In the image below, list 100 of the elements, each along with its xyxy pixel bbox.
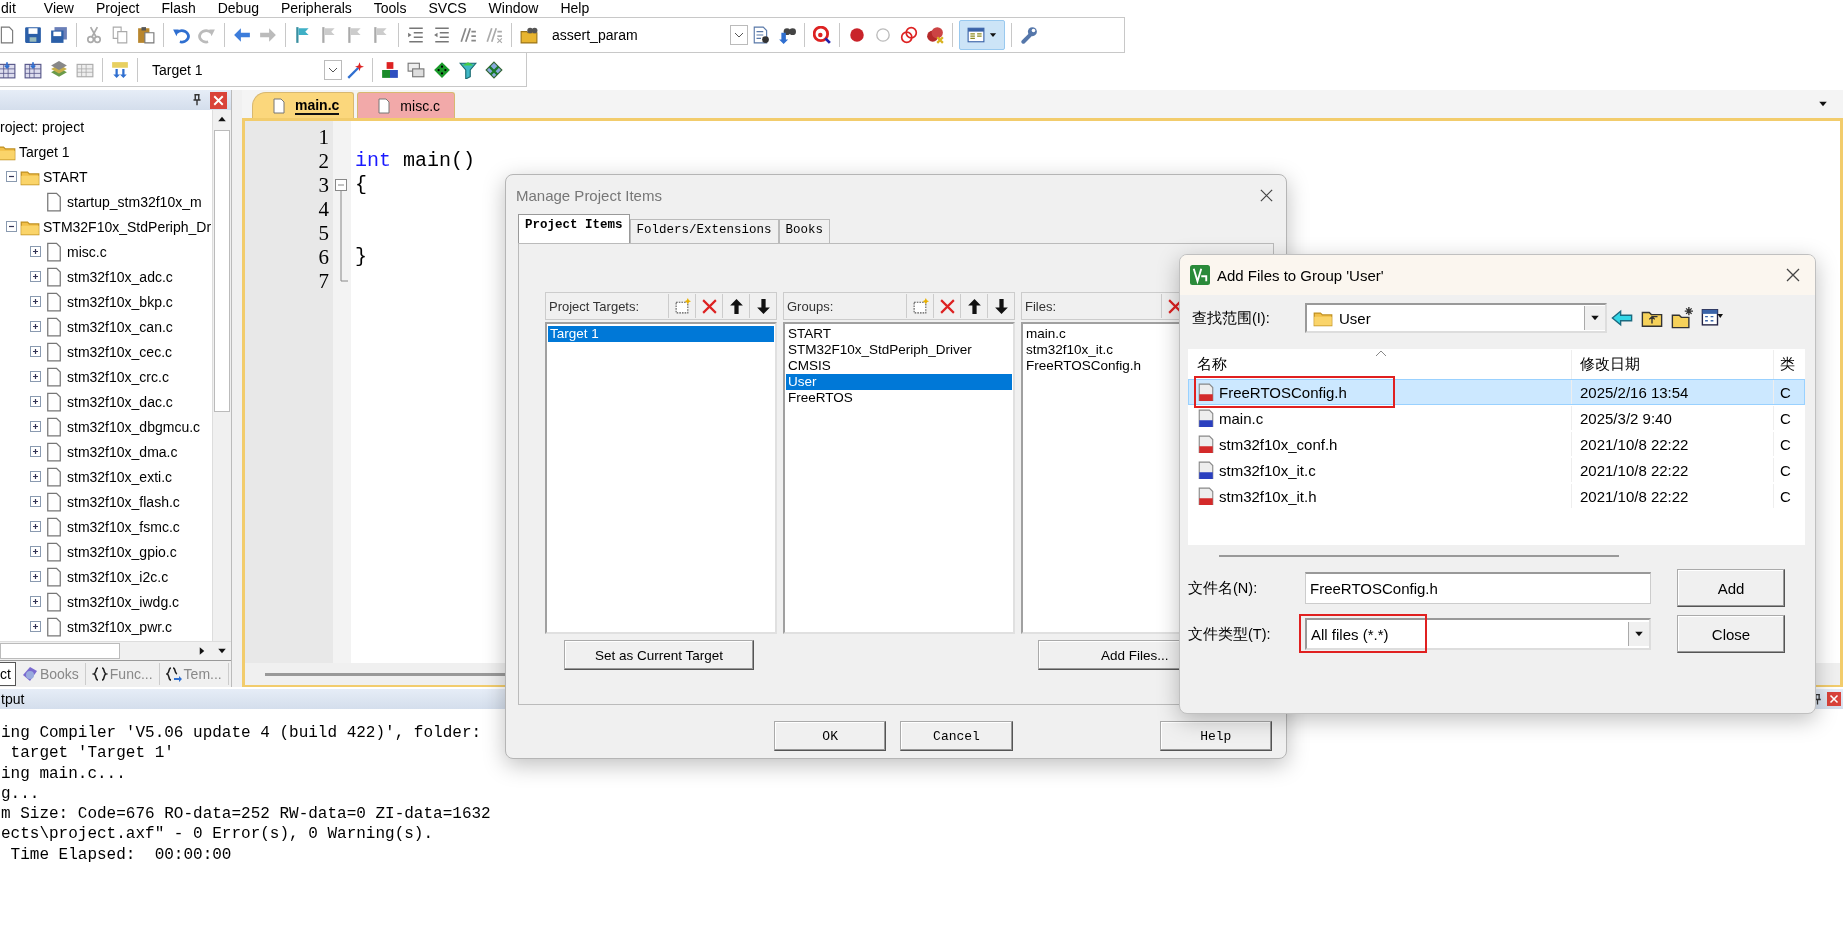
- menu-item[interactable]: Help: [560, 0, 590, 15]
- tree-item[interactable]: stm32f10x_can.c: [67, 318, 173, 335]
- menu-item[interactable]: Project: [95, 0, 140, 15]
- file-date: 2021/10/8 22:22: [1571, 432, 1773, 456]
- list-item[interactable]: CMSIS: [786, 358, 1012, 374]
- dropdown-field[interactable]: Target 1: [148, 56, 342, 83]
- line-number: 1: [317, 125, 329, 149]
- file-name[interactable]: stm32f10x_it.c: [1219, 461, 1316, 479]
- line-number: 5: [317, 221, 329, 245]
- file-row[interactable]: FreeRTOSConfig.h 2025/2/16 13:54 C: [1188, 379, 1805, 405]
- file-type: C: [1773, 380, 1804, 404]
- file-date: 2021/10/8 22:22: [1571, 484, 1773, 508]
- dropdown-value: All files (*.*): [1311, 625, 1390, 643]
- list-item[interactable]: START: [786, 326, 1012, 342]
- tree-item[interactable]: stm32f10x_bkp.c: [67, 293, 173, 310]
- dialog-tab[interactable]: Folders/Extensions: [629, 219, 779, 243]
- dialog-button[interactable]: Cancel: [900, 721, 1013, 751]
- file-row[interactable]: stm32f10x_it.c 2021/10/8 22:22 C: [1188, 457, 1805, 483]
- file-type: C: [1773, 484, 1804, 508]
- tree-item[interactable]: stm32f10x_crc.c: [67, 368, 169, 385]
- file-date: 2025/2/16 13:54: [1571, 380, 1773, 404]
- code-line: int main(): [355, 149, 476, 172]
- field-label: 文件名(N):: [1187, 578, 1259, 598]
- dropdown-value: User: [1339, 309, 1372, 327]
- dropdown-field[interactable]: All files (*.*): [1305, 618, 1651, 650]
- menu-item[interactable]: dit: [1, 0, 16, 15]
- menu-item[interactable]: View: [43, 0, 74, 15]
- file-name[interactable]: main.c: [1219, 409, 1264, 427]
- tree-item[interactable]: stm32f10x_gpio.c: [67, 543, 177, 560]
- list-item[interactable]: STM32F10x_StdPeriph_Driver: [786, 342, 1012, 358]
- line-number: 3: [317, 173, 329, 197]
- code-line: {: [355, 173, 367, 196]
- tree-item[interactable]: startup_stm32f10x_m: [67, 193, 202, 210]
- menu-item[interactable]: Tools: [373, 0, 407, 15]
- dialog-tab[interactable]: Project Items: [518, 214, 630, 243]
- file-type: C: [1773, 406, 1804, 430]
- tree-item[interactable]: stm32f10x_dbgmcu.c: [67, 418, 201, 435]
- dialog-button[interactable]: OK: [774, 721, 887, 751]
- list-label: Project Targets:: [548, 298, 641, 314]
- output-line: target 'Target 1': [9, 743, 174, 764]
- dialog-button[interactable]: Help: [1159, 721, 1272, 751]
- dialog-title: Add Files to Group 'User': [1217, 266, 1384, 284]
- menu-item[interactable]: SVCS: [428, 0, 467, 15]
- output-line: ects\project.axf" - 0 Error(s), 0 Warning(s).: [1, 824, 434, 845]
- file-row[interactable]: stm32f10x_conf.h 2021/10/8 22:22 C: [1188, 431, 1805, 457]
- line-number: 4: [317, 197, 329, 221]
- file-name[interactable]: FreeRTOSConfig.h: [1219, 383, 1347, 401]
- dropdown-field[interactable]: assert_param: [548, 22, 748, 48]
- close-button[interactable]: Close: [1677, 615, 1785, 653]
- tree-item[interactable]: stm32f10x_cec.c: [67, 343, 173, 360]
- tree-item[interactable]: stm32f10x_i2c.c: [67, 568, 169, 585]
- dropdown-field[interactable]: User: [1305, 303, 1607, 333]
- dialog-tab[interactable]: Books: [778, 219, 831, 243]
- file-name[interactable]: stm32f10x_conf.h: [1219, 435, 1338, 453]
- menu-item[interactable]: Window: [488, 0, 539, 15]
- list-item[interactable]: FreeRTOS: [786, 390, 1012, 406]
- file-type: C: [1773, 458, 1804, 482]
- output-line: Time Elapsed: 00:00:00: [9, 844, 232, 866]
- column-header[interactable]: 名称: [1189, 355, 1571, 374]
- dialog-title: Manage Project Items: [516, 186, 662, 204]
- list-label: Groups:: [786, 298, 835, 314]
- tree-item[interactable]: START: [43, 168, 88, 185]
- tree-item[interactable]: stm32f10x_dac.c: [67, 393, 173, 410]
- list-item[interactable]: User: [786, 374, 1012, 390]
- line-number: 6: [317, 245, 329, 269]
- add-button[interactable]: Add: [1677, 569, 1785, 607]
- tree-item[interactable]: stm32f10x_pwr.c: [67, 618, 173, 635]
- field-label: 查找范围(I):: [1191, 308, 1271, 328]
- tree-item[interactable]: stm32f10x_flash.c: [67, 493, 180, 510]
- tree-item[interactable]: STM32F10x_StdPeriph_Dr: [43, 218, 212, 235]
- tree-item[interactable]: stm32f10x_fsmc.c: [67, 518, 180, 535]
- file-name[interactable]: stm32f10x_it.h: [1219, 487, 1317, 505]
- tree-item[interactable]: stm32f10x_adc.c: [67, 268, 173, 285]
- menu-item[interactable]: Debug: [217, 0, 259, 15]
- tree-item[interactable]: Target 1: [19, 143, 70, 160]
- tree-item[interactable]: roject: project: [0, 118, 85, 135]
- tree-item[interactable]: misc.c: [67, 243, 107, 260]
- set-current-target-button[interactable]: Set as Current Target: [564, 640, 754, 670]
- menu-item[interactable]: Peripherals: [280, 0, 352, 15]
- panel-title: tput: [1, 691, 25, 707]
- file-tab[interactable]: main.c: [252, 92, 355, 118]
- output-line: ing Compiler 'V5.06 update 4 (build 422)', folder:: [1, 723, 482, 744]
- menu-item[interactable]: Flash: [161, 0, 196, 15]
- list-item[interactable]: Target 1: [548, 326, 774, 342]
- file-date: 2021/10/8 22:22: [1571, 458, 1773, 482]
- file-tab[interactable]: misc.c: [357, 92, 456, 118]
- tree-item[interactable]: stm32f10x_exti.c: [67, 468, 173, 485]
- tree-item[interactable]: stm32f10x_dma.c: [67, 443, 178, 460]
- output-line: m Size: Code=676 RO-data=252 RW-data=0 ZI-data=1632: [1, 804, 491, 825]
- line-number: 2: [317, 149, 329, 173]
- field-label: 文件类型(T):: [1187, 624, 1272, 644]
- output-line: ing main.c...: [1, 763, 126, 784]
- panel-tab[interactable]: ct: [0, 662, 16, 686]
- line-number: 7: [317, 269, 329, 293]
- list-label: Files:: [1024, 298, 1058, 314]
- file-row[interactable]: stm32f10x_it.h 2021/10/8 22:22 C: [1188, 483, 1805, 509]
- output-line: g...: [1, 783, 40, 805]
- file-name-field[interactable]: FreeRTOSConfig.h: [1305, 572, 1651, 604]
- tree-item[interactable]: stm32f10x_iwdg.c: [67, 593, 180, 610]
- file-row[interactable]: main.c 2025/3/2 9:40 C: [1188, 405, 1805, 431]
